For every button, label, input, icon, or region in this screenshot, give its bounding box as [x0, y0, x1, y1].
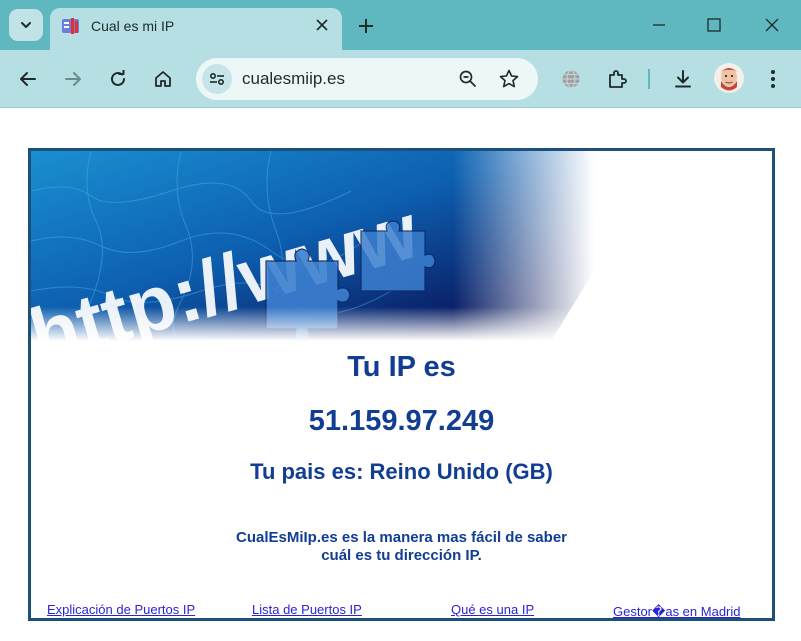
url-text[interactable]: cualesmiip.es: [242, 69, 345, 89]
extensions-button[interactable]: [603, 65, 631, 93]
close-icon: [316, 19, 328, 31]
tagline-line-2: cuál es tu dirección IP.: [321, 547, 482, 564]
downloads-button[interactable]: [669, 65, 697, 93]
site-info-icon: [209, 72, 225, 86]
back-icon: [20, 72, 36, 86]
address-bar[interactable]: cualesmiip.es: [196, 58, 538, 100]
minimize-icon: [653, 24, 665, 26]
maximize-icon: [707, 18, 721, 32]
home-icon: [155, 71, 171, 87]
favicon-icon: [62, 18, 79, 34]
country-text: Tu pais es: Reino Unido (GB): [250, 459, 553, 484]
tagline: CualEsMiIp.es es la manera mas fácil de …: [31, 529, 772, 565]
download-icon: [675, 70, 691, 88]
reload-button[interactable]: [104, 65, 132, 93]
window-close-button[interactable]: [757, 12, 787, 38]
link-gestorias-madrid[interactable]: Gestor�as en Madrid: [613, 604, 741, 620]
menu-icon: [771, 70, 775, 88]
tagline-line-1: CualEsMiIp.es es la manera mas fácil de …: [236, 529, 567, 546]
profile-avatar[interactable]: [714, 63, 744, 93]
link-que-es-ip[interactable]: Qué es una IP: [451, 602, 534, 617]
star-icon: [499, 69, 519, 88]
maximize-button[interactable]: [699, 12, 729, 38]
plus-icon: [359, 19, 373, 33]
link-explicacion-puertos[interactable]: Explicación de Puertos IP: [47, 602, 195, 617]
forward-button[interactable]: [59, 65, 87, 93]
minimize-button[interactable]: [644, 12, 674, 38]
zoom-icon: [459, 70, 477, 88]
reload-icon: [111, 70, 125, 86]
banner-image: http://www: [31, 151, 594, 341]
extensions-icon: [609, 70, 627, 88]
new-tab-button[interactable]: [354, 14, 378, 38]
bookmark-button[interactable]: [497, 67, 521, 91]
link-lista-puertos[interactable]: Lista de Puertos IP: [252, 602, 362, 617]
home-button[interactable]: [149, 65, 177, 93]
translate-button[interactable]: [557, 65, 585, 93]
zoom-button[interactable]: [456, 67, 480, 91]
browser-toolbar: cualesmiip.es: [0, 50, 801, 108]
tab-strip: Cual es mi IP: [0, 0, 801, 50]
http-www-puzzle-banner: http://www: [31, 151, 594, 341]
translate-icon: [562, 69, 580, 89]
forward-icon: [65, 72, 81, 86]
ip-address: 51.159.97.249: [308, 405, 495, 437]
active-tab[interactable]: Cual es mi IP: [50, 8, 342, 50]
back-button[interactable]: [14, 65, 42, 93]
avatar-icon: [714, 63, 744, 93]
window-close-icon: [765, 18, 779, 32]
tab-search-button[interactable]: [9, 9, 43, 41]
site-info-button[interactable]: [202, 64, 232, 94]
tab-close-button[interactable]: [312, 15, 332, 35]
menu-button[interactable]: [759, 65, 787, 93]
tab-title: Cual es mi IP: [91, 18, 175, 34]
ip-heading: Tu IP es: [347, 351, 456, 383]
toolbar-divider: [648, 69, 650, 89]
tab-search-icon: [21, 22, 31, 28]
content-frame: http://www Tu IP es 51.159.97.249 Tu pai…: [28, 148, 775, 621]
